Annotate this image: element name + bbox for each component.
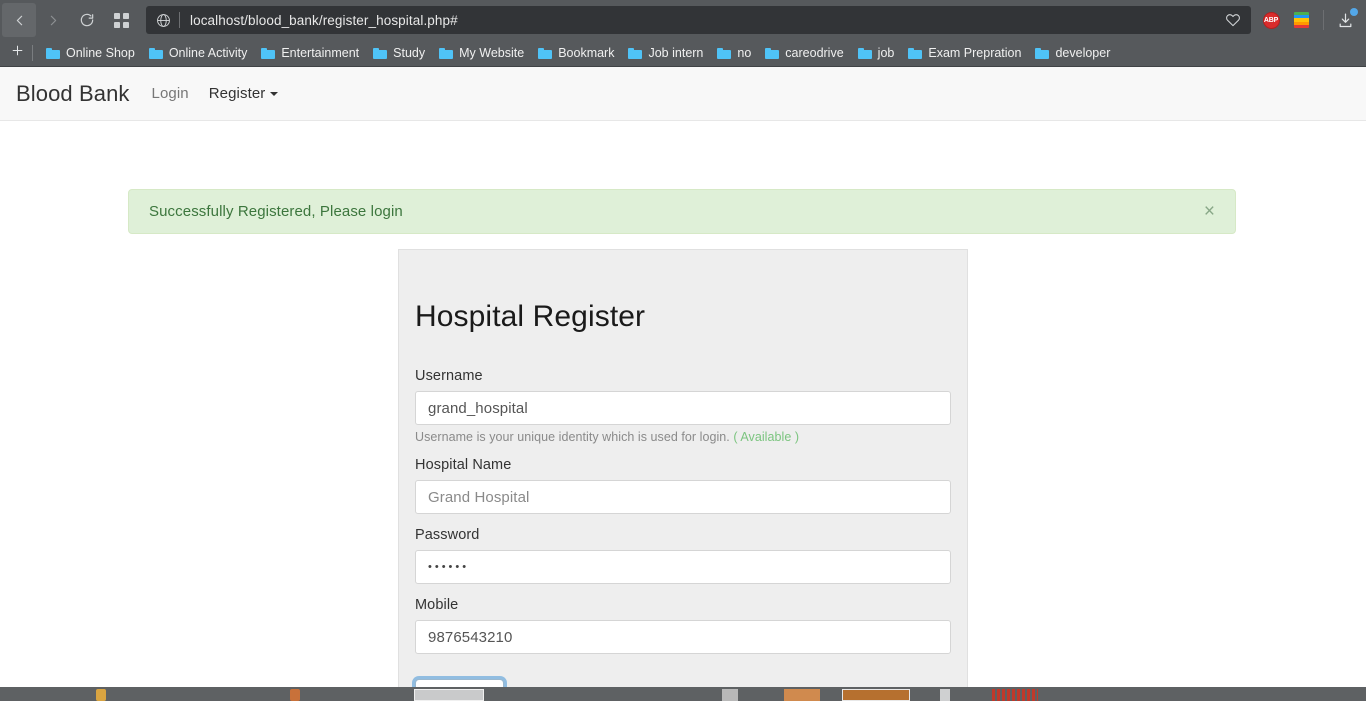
nav-link-register[interactable]: Register [209,85,279,102]
folder-icon [373,47,388,59]
bookmark-label: developer [1055,46,1111,60]
bookmark-label: Exam Prepration [928,46,1022,60]
back-arrow-icon [11,12,28,29]
username-help-message: Username is your unique identity which i… [415,430,730,444]
nav-link-login[interactable]: Login [152,85,189,102]
download-icon[interactable] [1332,7,1358,33]
reload-button[interactable] [70,3,104,37]
taskbar-app-icon[interactable] [290,689,300,701]
field-group-username: Username Username is your unique identit… [415,368,951,444]
bookmark-label: Bookmark [558,46,615,60]
field-group-password: Password [415,527,951,584]
folder-icon [628,47,643,59]
bookmark-item[interactable]: Entertainment [254,44,366,62]
taskbar-app-icon[interactable] [940,689,950,701]
bookmarks-bar: Online Shop Online Activity Entertainmen… [0,40,1366,67]
back-button[interactable] [2,3,36,37]
os-taskbar [0,687,1366,701]
folder-icon [148,47,163,59]
close-icon[interactable]: × [1204,202,1215,221]
folder-icon [908,47,923,59]
username-input[interactable] [415,391,951,425]
field-group-hospital-name: Hospital Name [415,457,951,514]
folder-icon [261,47,276,59]
folder-icon [1035,47,1050,59]
taskbar-window-button[interactable] [414,689,484,701]
password-label: Password [415,527,480,543]
bookmark-label: Study [393,46,426,60]
address-bar-divider [179,12,180,28]
plus-icon [10,43,25,63]
register-form-card: Hospital Register Username Username is y… [398,249,968,701]
password-input[interactable] [415,550,951,584]
grid-apps-icon [113,12,129,28]
page-title: Hospital Register [415,300,646,333]
heart-icon[interactable] [1217,12,1241,28]
bookmark-label: My Website [459,46,525,60]
field-group-mobile: Mobile [415,597,951,654]
folder-icon [765,47,780,59]
bookmark-item[interactable]: Online Shop [39,44,142,62]
page-viewport: Blood Bank Login Register Successfully R… [0,67,1366,701]
alert-message: Successfully Registered, Please login [149,203,403,220]
bookmark-item[interactable]: Study [366,44,432,62]
forward-button[interactable] [36,3,70,37]
address-bar[interactable]: localhost/blood_bank/register_hospital.p… [146,6,1251,34]
bookmark-item[interactable]: careodrive [758,44,850,62]
taskbar-app-icon[interactable] [992,689,1038,701]
folder-icon [439,47,454,59]
bookmark-label: job [877,46,895,60]
bookmark-label: Online Shop [66,46,135,60]
bookmark-item[interactable]: job [851,44,902,62]
apps-grid-button[interactable] [104,3,138,37]
bookmark-label: Job intern [648,46,704,60]
folder-icon [46,47,60,59]
success-alert: Successfully Registered, Please login × [128,189,1236,234]
taskbar-window-button[interactable] [842,689,910,701]
bookmark-label: Entertainment [281,46,360,60]
taskbar-app-icon[interactable] [784,689,820,701]
color-stripes-extension-icon[interactable] [1287,5,1315,35]
download-badge [1350,8,1358,16]
username-help-text: Username is your unique identity which i… [415,430,951,444]
bookmark-item[interactable]: developer [1028,44,1117,62]
mobile-label: Mobile [415,597,459,613]
adblock-plus-icon[interactable]: ABP [1257,5,1285,35]
toolbar-extensions: ABP [1257,5,1358,35]
bookmark-item[interactable]: Online Activity [142,44,255,62]
folder-icon [717,47,732,59]
taskbar-app-icon[interactable] [96,689,106,701]
bookmark-item[interactable]: Job intern [621,44,710,62]
hospital-name-input[interactable] [415,480,951,514]
bookmark-item[interactable]: Exam Prepration [901,44,1028,62]
site-navbar: Blood Bank Login Register [0,67,1366,121]
address-bar-text[interactable]: localhost/blood_bank/register_hospital.p… [190,13,458,28]
bookmark-item[interactable]: My Website [432,44,531,62]
bookmark-label: Online Activity [168,46,248,60]
browser-toolbar: localhost/blood_bank/register_hospital.p… [0,0,1366,40]
bookmarks-divider [32,45,33,61]
taskbar-app-icon[interactable] [722,689,738,701]
folder-icon [538,47,553,59]
bookmark-label: careodrive [785,46,844,60]
adblock-plus-badge-label: ABP [1262,11,1280,29]
bookmark-item[interactable]: Bookmark [531,44,621,62]
globe-icon [156,13,171,28]
forward-arrow-icon [45,12,62,29]
mobile-input[interactable] [415,620,951,654]
hospital-name-label: Hospital Name [415,457,512,473]
nav-link-register-label: Register [208,85,266,102]
bookmark-item[interactable]: no [710,44,758,62]
username-label: Username [415,368,483,384]
add-bookmark-button[interactable] [4,42,30,64]
chevron-down-icon [270,91,279,96]
browser-chrome: localhost/blood_bank/register_hospital.p… [0,0,1366,67]
username-availability-status: ( Available ) [733,430,800,444]
bookmark-label: no [737,46,752,60]
reload-icon [79,12,95,28]
toolbar-divider [1323,10,1324,30]
folder-icon [857,47,872,59]
site-brand[interactable]: Blood Bank [16,81,130,107]
